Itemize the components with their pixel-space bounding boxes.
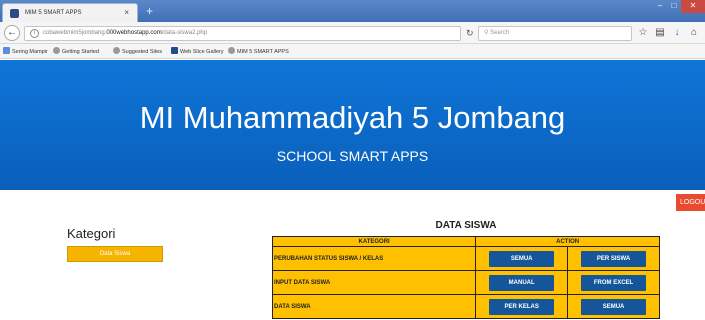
action-cell: FROM EXCEL xyxy=(567,270,660,295)
window-close-icon[interactable]: ✕ xyxy=(681,0,705,13)
browser-titlebar: MIM 5 SMART APPS × + – □ ✕ xyxy=(0,0,705,22)
bookmark-item[interactable]: Getting Started xyxy=(53,47,99,57)
minimize-icon[interactable]: – xyxy=(653,0,667,13)
semua-button[interactable]: SEMUA xyxy=(489,250,555,267)
column-header-action: ACTION xyxy=(475,236,660,247)
page-title: DATA SISWA xyxy=(435,220,497,231)
tab-title: MIM 5 SMART APPS xyxy=(25,10,82,16)
home-icon[interactable]: ⌂ xyxy=(687,26,701,40)
row-label: PERUBAHAN STATUS SISWA / KELAS xyxy=(271,246,477,271)
sidebar-title: Kategori xyxy=(67,226,116,241)
reload-icon[interactable]: ↻ xyxy=(466,28,474,39)
bookmark-label: Sering Mampir xyxy=(12,49,48,55)
bookmark-label: MIM 5 SMART APPS xyxy=(237,49,289,55)
bookmark-star-icon[interactable]: ☆ xyxy=(636,26,650,40)
row-label: INPUT DATA SISWA xyxy=(271,270,477,295)
tab-close-icon[interactable]: × xyxy=(124,4,129,22)
bookmark-label: Web Slice Gallery xyxy=(180,49,224,55)
search-placeholder: Search xyxy=(490,30,510,36)
bookmark-icon xyxy=(53,47,60,54)
table-row: DATA SISWA PER KELAS SEMUA xyxy=(271,294,660,319)
column-header-kategori: KATEGORI xyxy=(271,236,477,247)
bookmark-item[interactable]: MIM 5 SMART APPS xyxy=(228,47,289,57)
url-domain: 000webhostapp.com xyxy=(106,30,162,36)
library-icon[interactable]: ▤ xyxy=(653,26,667,40)
app-subtitle: SCHOOL SMART APPS xyxy=(276,148,429,164)
maximize-icon[interactable]: □ xyxy=(667,0,681,13)
back-arrow-icon[interactable]: ← xyxy=(4,25,20,41)
action-cell: MANUAL xyxy=(475,270,569,295)
table-header-row: KATEGORI ACTION xyxy=(271,236,660,247)
toolbar-icons: ☆ ▤ ↓ ⌂ ▽ ≡ xyxy=(636,26,705,40)
header-banner: MI Muhammadiyah 5 Jombang SCHOOL SMART A… xyxy=(0,60,705,190)
browser-tab[interactable]: MIM 5 SMART APPS × xyxy=(2,3,138,22)
bookmark-icon xyxy=(228,47,235,54)
bookmark-label: Suggested Sites xyxy=(122,49,163,55)
action-cell: SEMUA xyxy=(475,246,569,271)
semua-data-button[interactable]: SEMUA xyxy=(581,298,647,315)
bookmark-item[interactable]: Suggested Sites xyxy=(113,47,162,57)
table-row: INPUT DATA SISWA MANUAL FROM EXCEL xyxy=(271,270,660,295)
url-path: /data-siswa2.php xyxy=(161,30,208,36)
data-siswa-table: KATEGORI ACTION PERUBAHAN STATUS SISWA /… xyxy=(271,236,660,319)
browser-navbar: ← i cobawebmim5jombang.000webhostapp.com… xyxy=(0,22,705,44)
bookmark-label: Getting Started xyxy=(62,49,99,55)
school-title: MI Muhammadiyah 5 Jombang xyxy=(139,100,566,135)
bookmark-item[interactable]: Web Slice Gallery xyxy=(171,47,224,57)
bookmark-item[interactable]: Sering Mampir xyxy=(3,47,48,57)
per-kelas-button[interactable]: PER KELAS xyxy=(489,298,555,315)
url-prefix: cobawebmim5jombang. xyxy=(43,30,107,36)
row-label: DATA SISWA xyxy=(271,294,477,319)
table-row: PERUBAHAN STATUS SISWA / KELAS SEMUA PER… xyxy=(271,246,660,271)
search-input[interactable]: ⚲ Search xyxy=(478,26,632,41)
bookmarks-bar: Sering Mampir Getting Started Suggested … xyxy=(0,44,705,59)
site-favicon-icon xyxy=(10,9,19,18)
new-tab-icon[interactable]: + xyxy=(146,4,153,18)
download-icon[interactable]: ↓ xyxy=(670,26,684,40)
action-cell: PER SISWA xyxy=(567,246,660,271)
logout-button[interactable]: LOGOUT xyxy=(676,194,705,211)
action-cell: SEMUA xyxy=(567,294,660,319)
from-excel-button[interactable]: FROM EXCEL xyxy=(581,274,647,291)
action-cell: PER KELAS xyxy=(475,294,569,319)
sidebar-item-data-siswa[interactable]: Data Siswa xyxy=(67,246,163,262)
window-controls: – □ ✕ xyxy=(653,0,705,13)
bookmark-icon xyxy=(113,47,120,54)
manual-button[interactable]: MANUAL xyxy=(489,274,555,291)
bookmark-icon xyxy=(3,47,10,54)
address-bar[interactable]: i cobawebmim5jombang.000webhostapp.com/d… xyxy=(24,26,461,41)
info-icon[interactable]: i xyxy=(30,29,39,38)
per-siswa-button[interactable]: PER SISWA xyxy=(581,250,647,267)
bookmark-icon xyxy=(171,47,178,54)
